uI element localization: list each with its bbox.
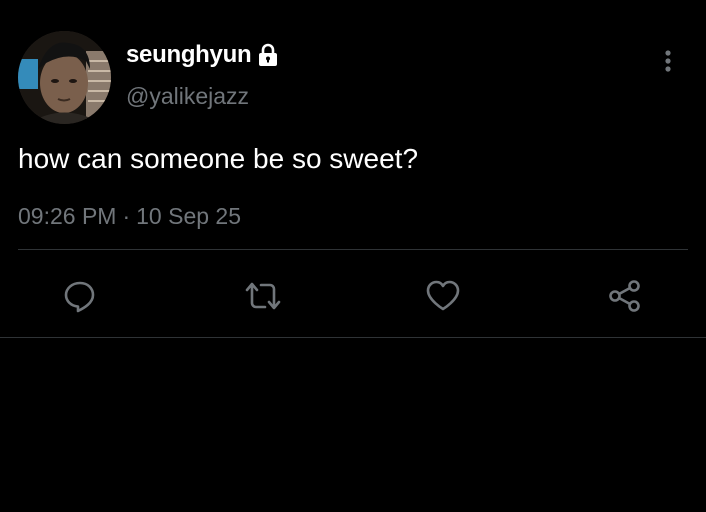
user-handle[interactable]: @yalikejazz	[126, 82, 249, 110]
retweet-icon	[245, 282, 281, 310]
divider	[0, 337, 706, 338]
reply-button[interactable]	[60, 276, 100, 316]
avatar[interactable]	[18, 31, 111, 124]
tweet-date: 10 Sep 25	[136, 203, 241, 229]
share-button[interactable]	[605, 276, 645, 316]
meta-separator: ·	[122, 203, 131, 229]
retweet-button[interactable]	[243, 276, 283, 316]
share-icon	[609, 280, 640, 312]
like-button[interactable]	[423, 276, 463, 316]
tweet-text: how can someone be so sweet?	[18, 143, 419, 174]
lock-icon	[257, 43, 279, 67]
heart-icon	[426, 280, 460, 311]
display-name[interactable]: seunghyun	[126, 40, 279, 70]
tweet-detail: seunghyun @yalikejazz how can someone be…	[0, 0, 706, 338]
display-name-text: seunghyun	[126, 41, 252, 68]
divider	[18, 249, 688, 250]
reply-icon	[64, 281, 95, 313]
avatar-photo-icon	[18, 31, 111, 124]
action-bar	[0, 270, 706, 320]
tweet-timestamp[interactable]: 09:26 PM · 10 Sep 25	[18, 201, 241, 231]
tweet-time: 09:26 PM	[18, 203, 117, 229]
more-vertical-icon[interactable]	[657, 49, 679, 75]
